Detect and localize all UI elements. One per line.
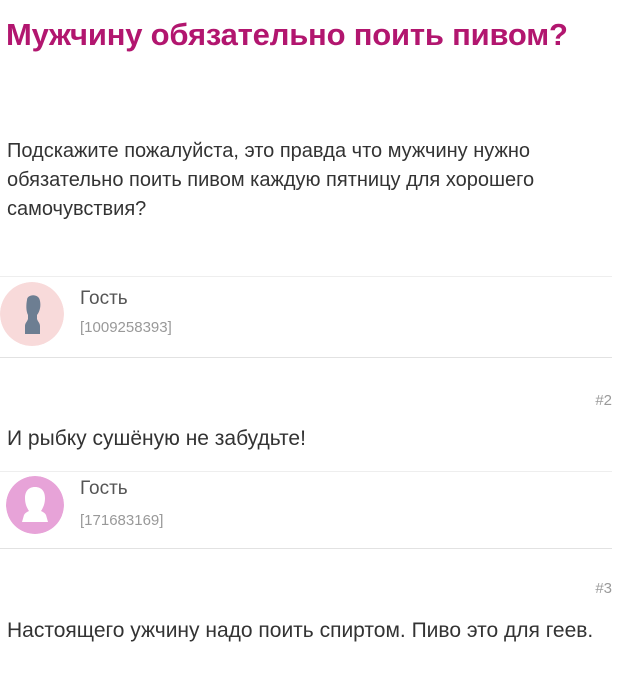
author-id: [171683169] xyxy=(80,512,164,529)
comment-text-3: Настоящего ужчину надо поить спиртом. Пи… xyxy=(7,619,594,642)
divider xyxy=(0,276,612,277)
comment-number-3[interactable]: #3 xyxy=(595,580,612,598)
avatar[interactable] xyxy=(0,282,64,346)
author-name[interactable]: Гость xyxy=(80,288,128,310)
topic-title: Мужчину обязательно поить пивом? xyxy=(6,17,568,52)
topic-page: Мужчину обязательно поить пивом? Подскаж… xyxy=(0,0,620,699)
author-name[interactable]: Гость xyxy=(80,478,128,500)
author-id: [1009258393] xyxy=(80,319,172,336)
topic-question: Подскажите пожалуйста, это правда что му… xyxy=(7,140,535,220)
comment-author-2: Гость [171683169] xyxy=(0,472,612,552)
avatar[interactable] xyxy=(6,476,64,534)
topic-author: Гость [1009258393] xyxy=(0,282,612,362)
divider xyxy=(0,548,612,549)
comment-number-2[interactable]: #2 xyxy=(595,392,612,410)
divider xyxy=(0,357,612,358)
female-silhouette-icon xyxy=(6,476,64,534)
comment-text-2: И рыбку сушёную не забудьте! xyxy=(7,427,306,450)
male-silhouette-icon xyxy=(0,282,64,346)
